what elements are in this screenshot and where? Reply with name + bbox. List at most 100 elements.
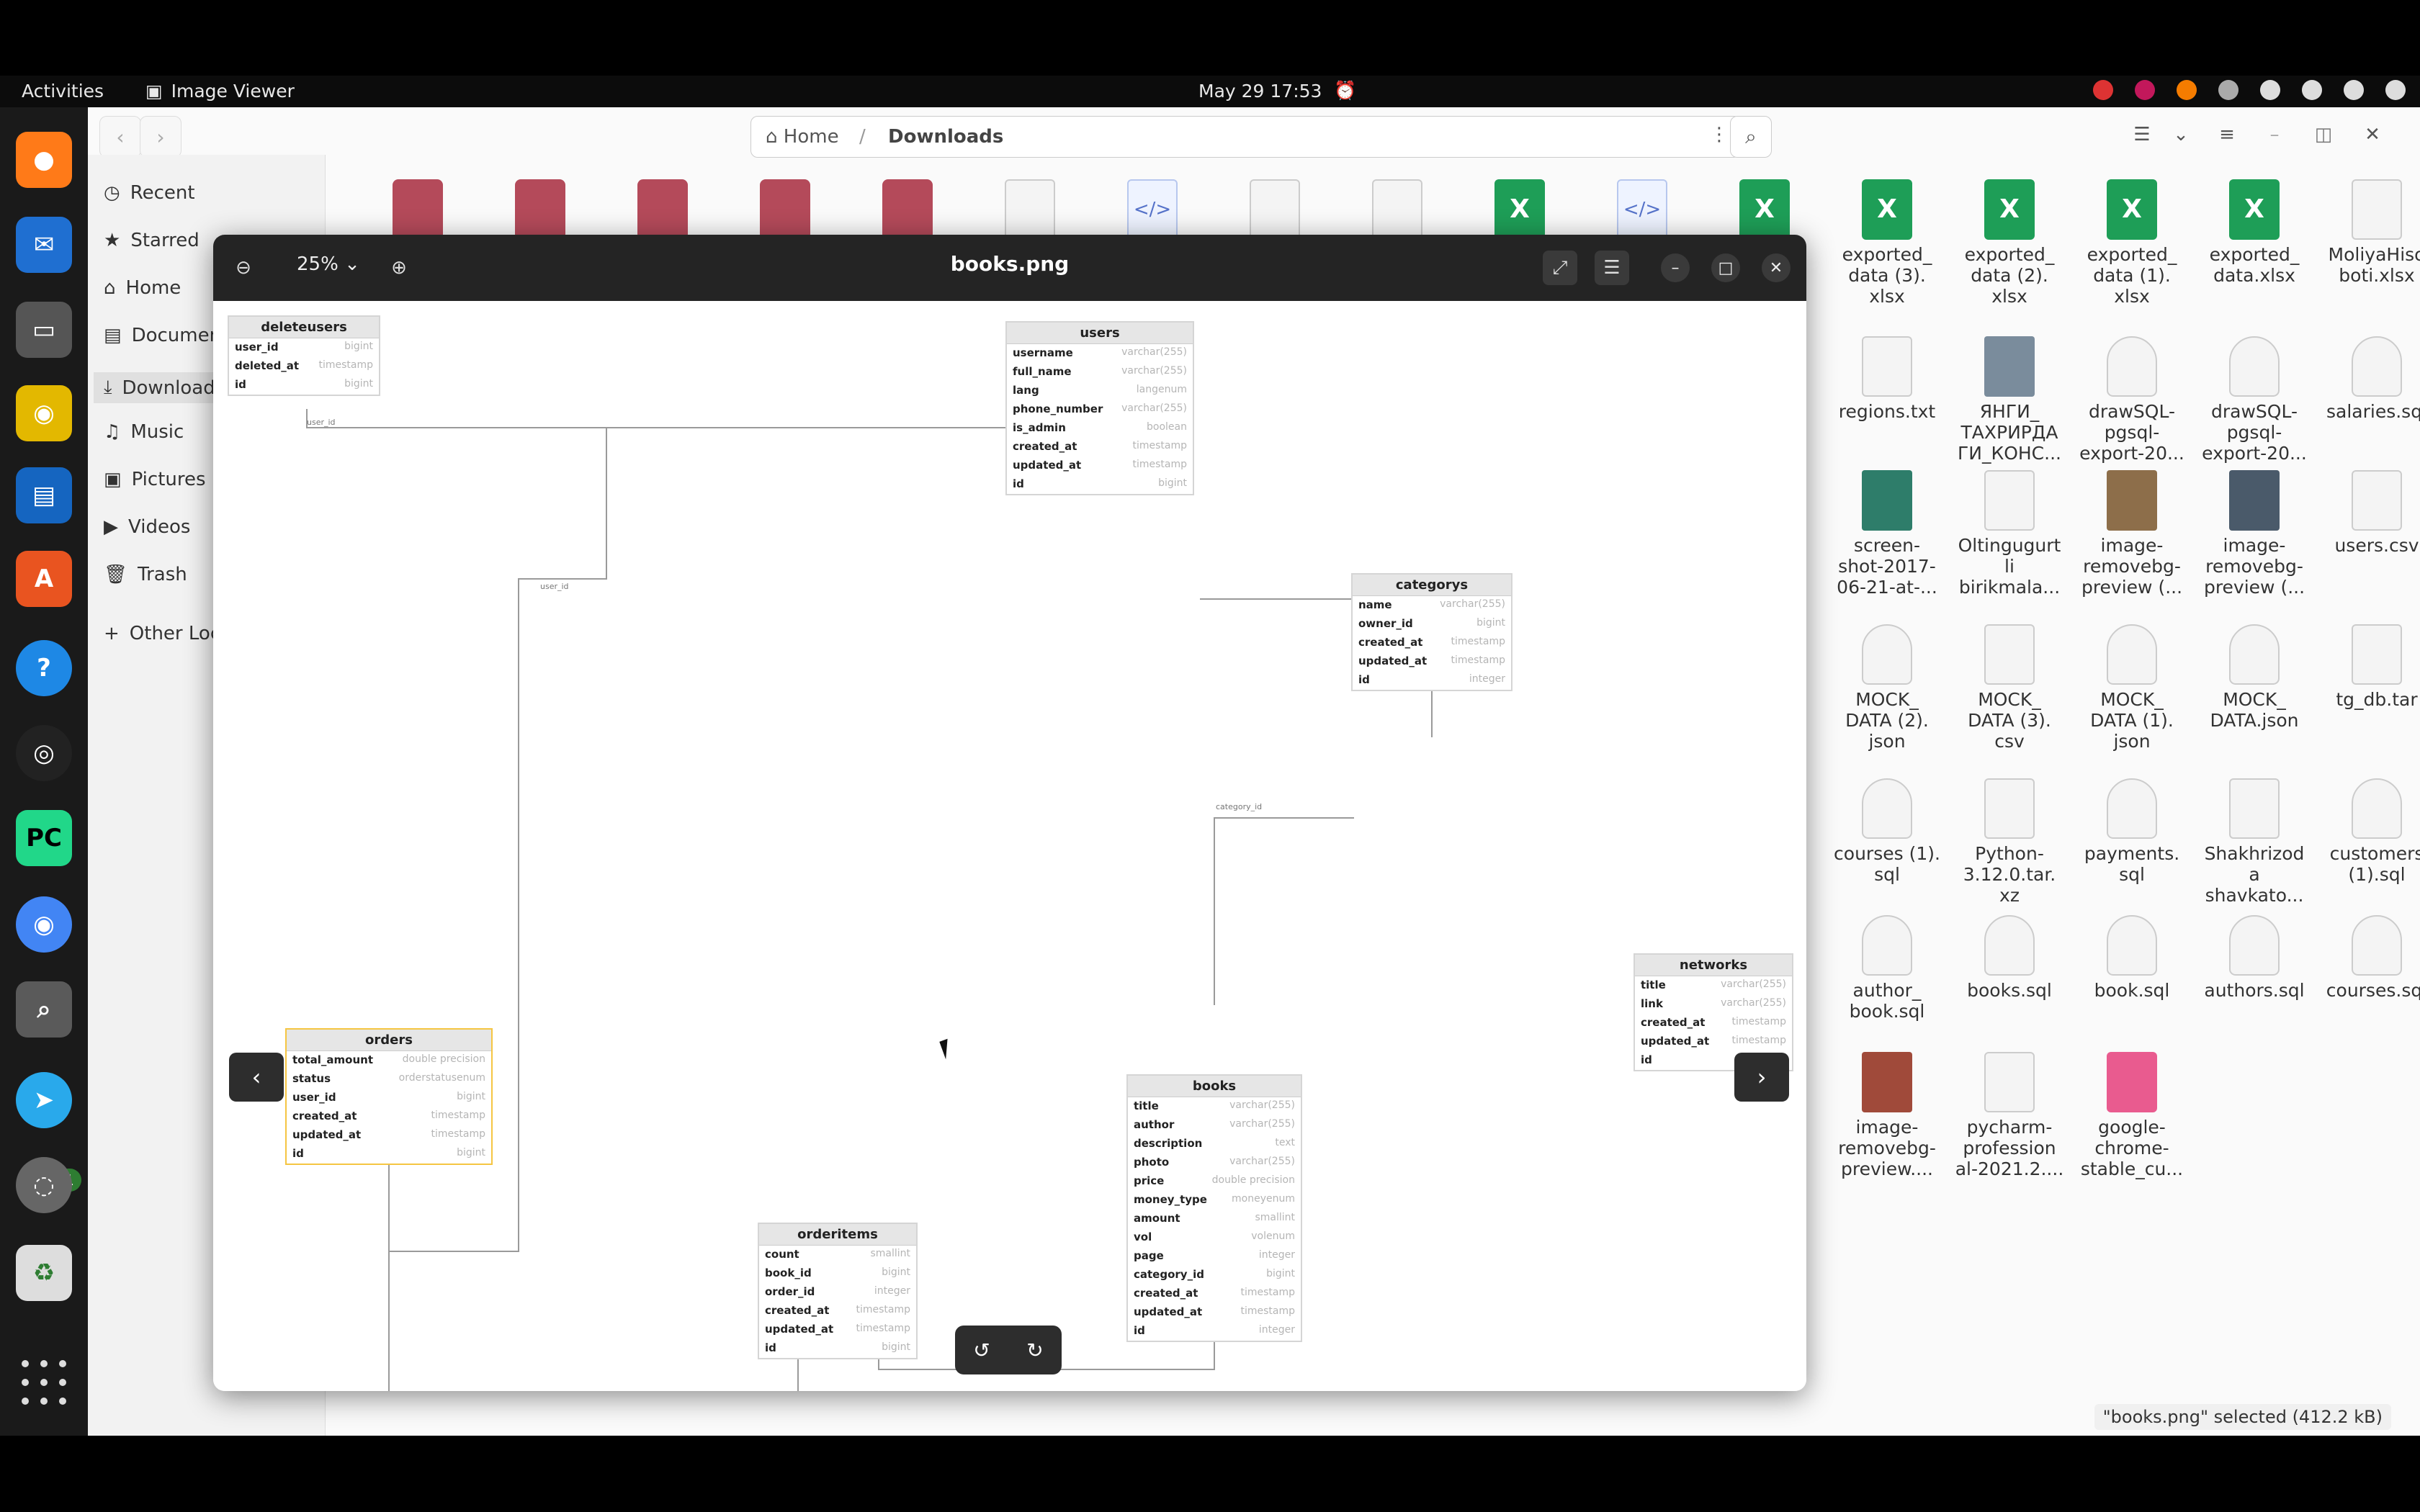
- file-item[interactable]: books.sql: [1952, 915, 2067, 1001]
- file-item[interactable]: MOCK_ DATA (1). json: [2074, 624, 2190, 752]
- path-home[interactable]: ⌂ Home: [766, 126, 839, 148]
- column-name: updated_at: [1134, 1305, 1203, 1318]
- obs-icon[interactable]: ◎: [16, 725, 72, 781]
- thunderbird-icon[interactable]: ✉: [16, 217, 72, 273]
- system-tray[interactable]: [2093, 80, 2406, 100]
- column-name: author: [1134, 1118, 1175, 1131]
- file-item[interactable]: payments. sql: [2074, 778, 2190, 885]
- file-item[interactable]: Xexported_ data.xlsx: [2197, 179, 2312, 286]
- file-item[interactable]: MOCK_ DATA (2). json: [1829, 624, 1945, 752]
- sidebar-item-music[interactable]: ♫ Music: [104, 421, 184, 443]
- pycharm-icon[interactable]: PC: [16, 810, 72, 866]
- file-item[interactable]: drawSQL- pgsql- export-20...: [2197, 336, 2312, 464]
- file-item[interactable]: MOCK_ DATA (3). csv: [1952, 624, 2067, 752]
- maximize-icon[interactable]: ◫: [2305, 116, 2342, 153]
- file-item[interactable]: image- removebg- preview....: [1829, 1052, 1945, 1179]
- image-canvas[interactable]: user_id user_id owner_id category_id boo…: [213, 301, 1806, 1391]
- app-menu[interactable]: ▣ Image Viewer: [145, 81, 295, 102]
- sidebar-item-pictures[interactable]: ▣ Pictures: [104, 469, 206, 490]
- file-item[interactable]: Oltingugurt li birikmala...: [1952, 470, 2067, 598]
- file-item[interactable]: Python- 3.12.0.tar. xz: [1952, 778, 2067, 906]
- file-item[interactable]: Xexported_ data (2). xlsx: [1952, 179, 2067, 307]
- menu-icon[interactable]: ☰: [1595, 251, 1629, 285]
- file-item[interactable]: users.csv: [2319, 470, 2420, 556]
- column-type: integer: [874, 1285, 910, 1297]
- title-bar[interactable]: ⊖ 25% ⌄ ⊕ books.png ⤢ ☰ – □ ✕: [213, 235, 1806, 301]
- sidebar-item-recent[interactable]: ◷ Recent: [104, 182, 195, 204]
- close-icon[interactable]: ✕: [1762, 253, 1791, 282]
- column-type: timestamp: [1731, 1035, 1786, 1046]
- search-button[interactable]: ⌕: [1730, 116, 1772, 158]
- more-options-icon[interactable]: ⋮: [1710, 124, 1729, 145]
- file-item[interactable]: salaries.sql: [2319, 336, 2420, 422]
- activities-button[interactable]: Activities: [22, 81, 104, 102]
- file-item[interactable]: courses (1). sql: [1829, 778, 1945, 885]
- next-image-button[interactable]: ›: [1734, 1053, 1789, 1102]
- file-item[interactable]: screen- shot-2017- 06-21-at-...: [1829, 470, 1945, 598]
- file-item[interactable]: MOCK_ DATA.json: [2197, 624, 2312, 731]
- help-icon[interactable]: ?: [16, 640, 72, 696]
- column-name: price: [1134, 1174, 1165, 1187]
- files-icon[interactable]: ▭: [16, 302, 72, 358]
- menu-icon[interactable]: ≡: [2208, 116, 2246, 153]
- file-item[interactable]: author_ book.sql: [1829, 915, 1945, 1022]
- previous-image-button[interactable]: ‹: [229, 1053, 284, 1102]
- file-item[interactable]: tg_db.tar: [2319, 624, 2420, 710]
- table-column: username varchar(255): [1007, 344, 1193, 363]
- fullscreen-icon[interactable]: ⤢: [1543, 251, 1577, 285]
- file-item[interactable]: courses.sql: [2319, 915, 2420, 1001]
- writer-icon[interactable]: ▤: [16, 467, 72, 523]
- software-icon[interactable]: A: [16, 551, 72, 607]
- column-type: varchar(255): [1721, 997, 1786, 1009]
- sidebar-item-videos[interactable]: ▶ Videos: [104, 516, 190, 538]
- file-item[interactable]: Xexported_ data (1). xlsx: [2074, 179, 2190, 307]
- sidebar-item-trash[interactable]: 🗑 Trash: [104, 564, 187, 585]
- rotate-left-icon[interactable]: ↺: [973, 1338, 990, 1362]
- column-type: varchar(255): [1440, 598, 1505, 610]
- file-item[interactable]: book.sql: [2074, 915, 2190, 1001]
- column-name: id: [1358, 673, 1370, 686]
- csv-file-icon: [1984, 624, 2035, 685]
- file-item[interactable]: image- removebg- preview (...: [2074, 470, 2190, 598]
- file-name: MOCK_ DATA (1). json: [2090, 689, 2174, 752]
- document-icon: [2352, 179, 2402, 240]
- file-name: customers (1).sql: [2329, 843, 2420, 885]
- trash-icon[interactable]: ♻: [16, 1245, 72, 1301]
- disk-icon[interactable]: ◌: [16, 1157, 72, 1213]
- chrome-icon[interactable]: ◉: [16, 896, 72, 953]
- file-item[interactable]: drawSQL- pgsql- export-20...: [2074, 336, 2190, 464]
- sidebar-item-starred[interactable]: ★ Starred: [104, 230, 200, 251]
- list-view-icon[interactable]: ☰: [2123, 116, 2161, 153]
- file-item[interactable]: image- removebg- preview (...: [2197, 470, 2312, 598]
- table-name: orders: [287, 1030, 491, 1051]
- sidebar-item-home[interactable]: ⌂ Home: [104, 277, 181, 299]
- close-icon[interactable]: ✕: [2354, 116, 2391, 153]
- rotate-right-icon[interactable]: ↻: [1026, 1338, 1043, 1362]
- column-type: varchar(255): [1229, 1156, 1295, 1167]
- file-item[interactable]: ЯНГИ_ ТАХРИРДА ГИ_КОНС...: [1952, 336, 2067, 464]
- clock[interactable]: May 29 17:53: [1198, 81, 1322, 102]
- column-name: full_name: [1013, 365, 1072, 378]
- image-viewer-icon[interactable]: ⌕: [16, 981, 72, 1038]
- file-item[interactable]: Shakhrizod a shavkato...: [2197, 778, 2312, 906]
- maximize-icon[interactable]: □: [1711, 253, 1740, 282]
- file-item[interactable]: pycharm- profession al-2021.2....: [1952, 1052, 2067, 1179]
- file-item[interactable]: Xexported_ data (3). xlsx: [1829, 179, 1945, 307]
- file-item[interactable]: MoliyaHiso boti.xlsx: [2319, 179, 2420, 286]
- rhythmbox-icon[interactable]: ◉: [16, 385, 72, 441]
- file-item[interactable]: regions.txt: [1829, 336, 1945, 422]
- forward-button[interactable]: ›: [140, 116, 182, 158]
- minimize-icon[interactable]: –: [2256, 116, 2293, 153]
- firefox-icon[interactable]: ●: [16, 132, 72, 188]
- minimize-icon[interactable]: –: [1661, 253, 1690, 282]
- path-bar[interactable]: ⌂ Home / Downloads ⋮: [750, 116, 1741, 158]
- show-apps-icon[interactable]: [22, 1360, 66, 1405]
- file-item[interactable]: authors.sql: [2197, 915, 2312, 1001]
- telegram-icon[interactable]: ➤: [16, 1072, 72, 1128]
- file-item[interactable]: google- chrome- stable_cu...: [2074, 1052, 2190, 1179]
- chevron-down-icon[interactable]: ⌄: [2162, 116, 2200, 153]
- file-item[interactable]: customers (1).sql: [2319, 778, 2420, 885]
- back-button[interactable]: ‹: [99, 116, 141, 158]
- path-current[interactable]: Downloads: [888, 126, 1003, 148]
- text-file-icon: [1862, 336, 1912, 397]
